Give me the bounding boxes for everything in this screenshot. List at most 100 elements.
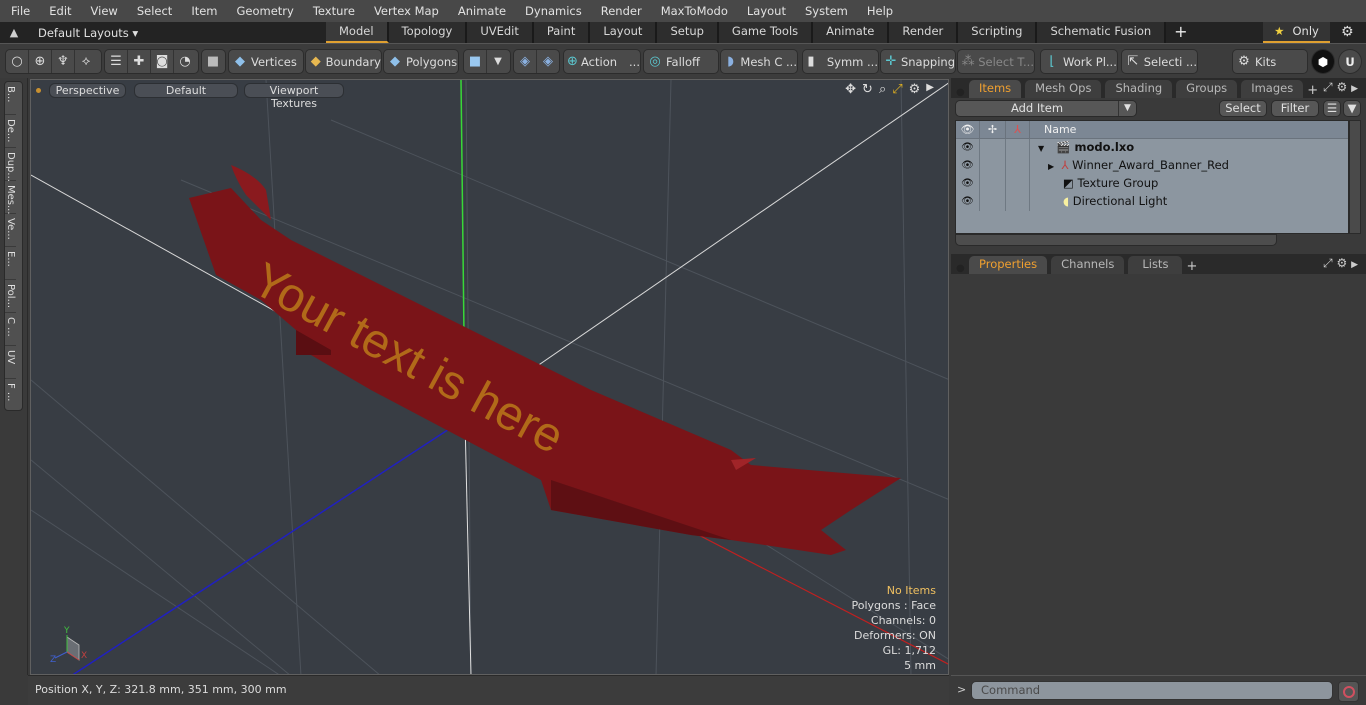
tab-channels[interactable]: Channels xyxy=(1051,256,1125,274)
unity-button[interactable]: ⬢ xyxy=(1311,49,1335,74)
add-properties-tab-icon[interactable]: + xyxy=(1186,259,1197,274)
selection-sets-button[interactable]: ⇱ Selecti ... xyxy=(1121,49,1198,74)
zoom-icon[interactable]: ⌕ xyxy=(879,82,886,97)
tree-row-texture-group[interactable]: 👁 ◩ Texture Group xyxy=(956,175,1348,193)
tree-row-scene[interactable]: 👁 ▼ 🎬 modo.lxo xyxy=(956,139,1348,157)
gear-icon[interactable]: ⚙ xyxy=(1341,24,1354,40)
panel-expand-icon[interactable]: ▶ xyxy=(1351,84,1358,94)
locator-column-icon[interactable]: ⅄ xyxy=(1006,121,1030,138)
menu-item[interactable]: Item xyxy=(180,4,225,18)
center-icon[interactable]: ◈ xyxy=(514,54,536,69)
tab-model[interactable]: Model xyxy=(326,22,389,43)
pan-icon[interactable]: ✥ xyxy=(845,82,856,97)
falloff-button[interactable]: ◎ Falloff xyxy=(643,49,719,74)
lasso-icon[interactable]: ⟡ xyxy=(75,54,97,69)
vtab-curve[interactable]: C ... xyxy=(5,313,16,346)
vtab-edge[interactable]: E... xyxy=(5,247,16,280)
tab-game-tools[interactable]: Game Tools xyxy=(718,22,814,43)
menu-select[interactable]: Select xyxy=(126,4,180,18)
tab-render[interactable]: Render xyxy=(889,22,959,43)
menu-vertex-map[interactable]: Vertex Map xyxy=(363,4,447,18)
work-plane-button[interactable]: ⌊ Work Pl... xyxy=(1040,49,1118,74)
vtab-polygon[interactable]: Pol... xyxy=(5,280,16,313)
add-item-dropdown[interactable]: Add Item ▼ xyxy=(955,100,1137,117)
menu-edit[interactable]: Edit xyxy=(38,4,79,18)
vtab-uv[interactable]: UV xyxy=(5,346,16,379)
align-icon[interactable]: ☰ xyxy=(105,54,127,69)
add-panel-tab-icon[interactable]: + xyxy=(1307,83,1318,98)
tab-mesh-ops[interactable]: Mesh Ops xyxy=(1025,80,1102,98)
only-toggle[interactable]: ★ Only xyxy=(1263,22,1330,43)
properties-menu-dot[interactable]: ● xyxy=(951,263,969,274)
expand-arrow-icon[interactable]: ▶ xyxy=(926,82,934,97)
vtab-vertex[interactable]: Ve... xyxy=(5,214,16,247)
polygons-button[interactable]: ◆ Polygons xyxy=(383,49,459,74)
maximize-icon[interactable]: ⤢ xyxy=(892,82,902,97)
tab-images[interactable]: Images xyxy=(1241,80,1304,98)
tab-lists[interactable]: Lists xyxy=(1128,256,1183,274)
eye-icon[interactable]: 👁 xyxy=(956,157,980,175)
name-column-header[interactable]: Name xyxy=(1030,121,1076,138)
default-layouts-dropdown[interactable]: Default Layouts ▾ xyxy=(38,26,318,40)
menu-geometry[interactable]: Geometry xyxy=(226,4,302,18)
circle-select-icon[interactable]: ○ xyxy=(6,54,28,69)
vtab-fusion[interactable]: F ... xyxy=(5,379,16,412)
maximize-panel-icon[interactable]: ⤢ xyxy=(1323,80,1333,94)
panel-expand-icon[interactable]: ▶ xyxy=(1351,260,1358,270)
vtab-basic[interactable]: B... xyxy=(5,82,16,115)
collapse-up-icon[interactable]: ▲ xyxy=(0,26,28,39)
frame-icon[interactable]: ◙ xyxy=(151,54,173,69)
rotate-icon[interactable]: ↻ xyxy=(862,82,873,97)
tree-vertical-scrollbar[interactable] xyxy=(1349,120,1361,234)
shading-button[interactable]: Default xyxy=(134,82,238,98)
menu-file[interactable]: File xyxy=(0,4,38,18)
symmetry-button[interactable]: ▮ Symm ... xyxy=(802,49,879,74)
panel-menu-dot[interactable]: ● xyxy=(951,87,969,98)
viewport-menu-dot[interactable] xyxy=(36,87,41,93)
expand-triangle-icon[interactable]: ▶ xyxy=(1048,162,1054,171)
projection-button[interactable]: Perspective xyxy=(49,82,126,98)
tab-topology[interactable]: Topology xyxy=(388,22,468,43)
tab-items[interactable]: Items xyxy=(969,80,1022,98)
eye-icon[interactable]: 👁 xyxy=(956,139,980,157)
maximize-panel-icon[interactable]: ⤢ xyxy=(1323,256,1333,270)
tab-groups[interactable]: Groups xyxy=(1176,80,1238,98)
record-macro-button[interactable] xyxy=(1338,681,1359,702)
vertices-button[interactable]: ◆ Vertices xyxy=(228,49,304,74)
list-options-icon[interactable]: ☰ xyxy=(1323,100,1341,117)
tab-layout[interactable]: Layout xyxy=(590,22,658,43)
lock-column-icon[interactable]: ✢ xyxy=(980,121,1006,138)
pivot-icon[interactable]: ◈ xyxy=(537,54,559,69)
add-tab-plus-icon[interactable]: + xyxy=(1166,22,1195,43)
tab-setup[interactable]: Setup xyxy=(657,22,719,43)
viewport-gear-icon[interactable]: ⚙ xyxy=(909,82,921,97)
menu-system[interactable]: System xyxy=(794,4,856,18)
vtab-deform[interactable]: De... xyxy=(5,115,16,148)
filter-button[interactable]: Filter xyxy=(1271,100,1319,117)
collapse-triangle-icon[interactable]: ▼ xyxy=(1038,144,1044,153)
menu-help[interactable]: Help xyxy=(856,4,901,18)
command-input[interactable]: Command xyxy=(971,681,1333,700)
menu-maxtomodo[interactable]: MaxToModo xyxy=(650,4,736,18)
boundary-button[interactable]: ◆ Boundary xyxy=(305,49,382,74)
funnel-icon[interactable]: ▼ xyxy=(1343,100,1361,117)
panel-gear-icon[interactable]: ⚙ xyxy=(1336,80,1347,94)
vtab-duplicate[interactable]: Dup... xyxy=(5,148,16,182)
tab-shading[interactable]: Shading xyxy=(1105,80,1173,98)
eye-icon[interactable]: 👁 xyxy=(956,193,980,211)
cross-icon[interactable]: ✚ xyxy=(128,54,150,69)
kits-button[interactable]: ⚙ Kits xyxy=(1232,49,1308,74)
dial-icon[interactable]: ◔ xyxy=(174,54,196,69)
unreal-button[interactable]: U xyxy=(1338,49,1362,74)
action-center-button[interactable]: ⊕ Action... xyxy=(563,49,641,74)
material-mode-dropdown[interactable]: ■ ▼ xyxy=(463,49,511,74)
item-mode-button[interactable]: ■ xyxy=(201,49,226,74)
menu-animate[interactable]: Animate xyxy=(447,4,514,18)
visibility-column-eye-icon[interactable]: 👁 xyxy=(956,121,980,138)
panel-gear-icon[interactable]: ⚙ xyxy=(1336,256,1347,270)
menu-render[interactable]: Render xyxy=(590,4,650,18)
mesh-constraint-button[interactable]: ◗ Mesh C ... xyxy=(720,49,798,74)
eye-icon[interactable]: 👁 xyxy=(956,175,980,193)
pen-icon[interactable]: ♆ xyxy=(52,54,74,69)
tab-schematic-fusion[interactable]: Schematic Fusion xyxy=(1037,22,1167,43)
